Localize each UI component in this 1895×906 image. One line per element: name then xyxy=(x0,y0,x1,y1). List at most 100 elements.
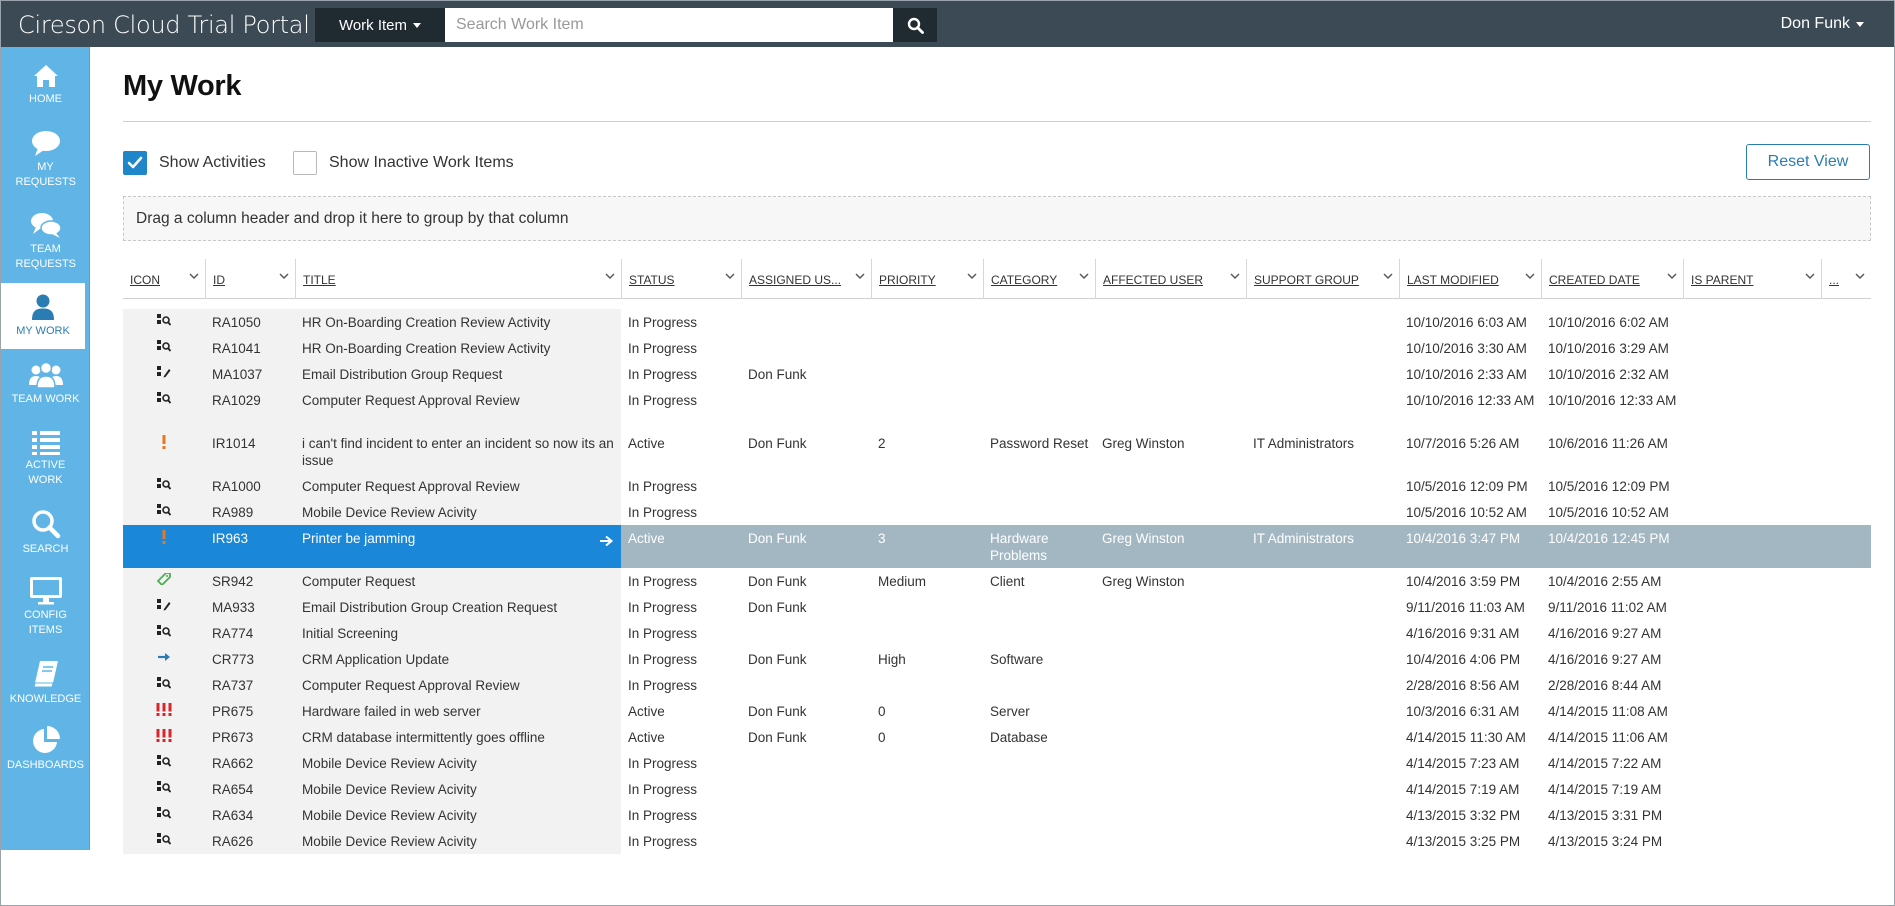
sidebar-item-label: ACTIVE WORK xyxy=(25,459,66,486)
search-input[interactable] xyxy=(445,8,893,42)
column-header-affected-user[interactable]: AFFECTED USER xyxy=(1095,259,1246,299)
cell-created-date: 10/4/2016 2:55 AM xyxy=(1548,574,1662,589)
table-row[interactable]: RA774 Initial Screening In Progress 4/16/20… xyxy=(123,620,1871,646)
cell-status: In Progress xyxy=(628,678,698,693)
sidebar-item-team-requests[interactable]: TEAM REQUESTS xyxy=(1,205,90,281)
show-inactive-checkbox[interactable]: Show Inactive Work Items xyxy=(293,151,514,175)
table-row[interactable]: IR963 Printer be jamming Active Don Funk 3 Ha… xyxy=(123,525,1871,568)
sidebar-item-active-work[interactable]: ACTIVE WORK xyxy=(1,421,90,501)
show-activities-checkbox[interactable]: Show Activities xyxy=(123,151,266,175)
chevron-down-icon[interactable] xyxy=(855,271,865,281)
group-drop-panel[interactable]: Drag a column header and drop it here to… xyxy=(123,196,1871,241)
manual-activity-icon xyxy=(123,361,205,387)
table-row[interactable]: RA989 Mobile Device Review Acivity In Prog… xyxy=(123,499,1871,525)
chevron-down-icon[interactable] xyxy=(1525,271,1535,281)
speech-bubbles-icon xyxy=(30,213,62,238)
table-row[interactable]: MA933 Email Distribution Group Creation R… xyxy=(123,594,1871,620)
cell-title: HR On-Boarding Creation Review Activity xyxy=(302,341,551,356)
cell-last-modified: 10/5/2016 12:09 PM xyxy=(1406,479,1528,494)
chevron-down-icon[interactable] xyxy=(279,271,289,281)
sidebar-item-team-work[interactable]: TEAM WORK xyxy=(1,355,90,417)
review-activity-icon xyxy=(123,499,205,525)
cell-status: In Progress xyxy=(628,367,698,382)
column-header-last-modified[interactable]: LAST MODIFIED xyxy=(1399,259,1541,299)
column-header-assigned-user[interactable]: ASSIGNED US... xyxy=(741,259,871,299)
table-row[interactable]: RA1029 Computer Request Approval Review In… xyxy=(123,387,1871,430)
cell-assigned-user: Don Funk xyxy=(748,704,807,719)
chevron-down-icon[interactable] xyxy=(605,271,615,281)
reset-view-button[interactable]: Reset View xyxy=(1746,144,1870,180)
chevron-down-icon[interactable] xyxy=(1383,271,1393,281)
app-title[interactable]: Cireson Cloud Trial Portal xyxy=(18,11,310,39)
sidebar-item-dashboards[interactable]: DASHBOARDS xyxy=(1,721,90,783)
chevron-down-icon[interactable] xyxy=(1855,271,1865,281)
cell-last-modified: 10/4/2016 3:47 PM xyxy=(1406,531,1521,546)
table-row[interactable]: IR1014 i can't find incident to enter an … xyxy=(123,430,1871,473)
sidebar-item-home[interactable]: HOME xyxy=(1,55,90,113)
cell-id: RA989 xyxy=(212,505,254,520)
sidebar-item-knowledge[interactable]: KNOWLEDGE xyxy=(1,655,90,717)
sidebar-item-label: TEAM REQUESTS xyxy=(15,243,77,270)
column-header-category[interactable]: CATEGORY xyxy=(983,259,1095,299)
table-row[interactable]: PR673 CRM database intermittently goes of… xyxy=(123,724,1871,750)
incident-icon xyxy=(123,525,205,568)
sidebar-item-search[interactable]: SEARCH xyxy=(1,505,90,567)
cell-title: Mobile Device Review Acivity xyxy=(302,834,477,849)
column-header-label: SUPPORT GROUP xyxy=(1254,273,1359,287)
sidebar-item-config-items[interactable]: CONFIG ITEMS xyxy=(1,571,90,651)
column-header-id[interactable]: ID xyxy=(205,259,295,299)
chevron-down-icon[interactable] xyxy=(1805,271,1815,281)
review-activity-icon xyxy=(123,309,205,335)
column-header-is-parent[interactable]: IS PARENT xyxy=(1683,259,1821,299)
chevron-down-icon[interactable] xyxy=(967,271,977,281)
cell-last-modified: 9/11/2016 11:03 AM xyxy=(1406,600,1525,615)
table-row[interactable]: RA626 Mobile Device Review Acivity In Prog… xyxy=(123,828,1871,854)
column-header-support-group[interactable]: SUPPORT GROUP xyxy=(1246,259,1399,299)
divider xyxy=(123,121,1871,122)
sidebar-item-my-work[interactable]: MY WORK xyxy=(1,283,85,349)
column-header-more[interactable]: ... xyxy=(1821,259,1871,299)
column-header-label: CATEGORY xyxy=(991,273,1058,287)
cell-status: In Progress xyxy=(628,626,698,641)
table-row[interactable]: MA1037 Email Distribution Group Request In… xyxy=(123,361,1871,387)
table-row[interactable]: RA737 Computer Request Approval Review In … xyxy=(123,672,1871,698)
work-item-dropdown[interactable]: Work Item xyxy=(315,8,445,42)
arrow-right-icon[interactable] xyxy=(599,535,613,547)
sidebar-item-my-requests[interactable]: MY REQUESTS xyxy=(1,123,90,199)
cell-assigned-user: Don Funk xyxy=(748,574,807,589)
cell-status: In Progress xyxy=(628,808,698,823)
chevron-down-icon[interactable] xyxy=(189,271,199,281)
cell-title: Hardware failed in web server xyxy=(302,704,481,719)
chevron-down-icon[interactable] xyxy=(1667,271,1677,281)
user-menu[interactable]: Don Funk xyxy=(1781,15,1864,33)
checkbox-unchecked[interactable] xyxy=(293,151,317,175)
table-row[interactable]: RA654 Mobile Device Review Acivity In Prog… xyxy=(123,776,1871,802)
manual-activity-icon xyxy=(123,594,205,620)
table-row[interactable]: RA634 Mobile Device Review Acivity In Prog… xyxy=(123,802,1871,828)
column-header-priority[interactable]: PRIORITY xyxy=(871,259,983,299)
cell-title: Computer Request Approval Review xyxy=(302,393,520,408)
search-button[interactable] xyxy=(893,8,937,42)
column-header-label: CREATED DATE xyxy=(1549,273,1640,287)
table-row[interactable]: RA1000 Computer Request Approval Review In… xyxy=(123,473,1871,499)
checkbox-checked[interactable] xyxy=(123,151,147,175)
table-row[interactable]: SR942 Computer Request In Progress Don Funk… xyxy=(123,568,1871,594)
column-header-icon[interactable]: ICON xyxy=(123,259,205,299)
cell-category: Server xyxy=(990,704,1030,719)
cell-last-modified: 10/7/2016 5:26 AM xyxy=(1406,436,1520,451)
cell-id: RA737 xyxy=(212,678,254,693)
cell-created-date: 4/16/2016 9:27 AM xyxy=(1548,626,1662,641)
chevron-down-icon[interactable] xyxy=(1230,271,1240,281)
table-row[interactable]: RA1050 HR On-Boarding Creation Review Act… xyxy=(123,309,1871,335)
column-header-status[interactable]: STATUS xyxy=(621,259,741,299)
chevron-down-icon[interactable] xyxy=(725,271,735,281)
cell-priority: 2 xyxy=(878,436,886,451)
chevron-down-icon[interactable] xyxy=(1079,271,1089,281)
table-row[interactable]: PR675 Hardware failed in web server Active… xyxy=(123,698,1871,724)
column-header-created-date[interactable]: CREATED DATE xyxy=(1541,259,1683,299)
table-row[interactable]: RA662 Mobile Device Review Acivity In Prog… xyxy=(123,750,1871,776)
column-header-title[interactable]: TITLE xyxy=(295,259,621,299)
cell-last-modified: 10/10/2016 6:03 AM xyxy=(1406,315,1527,330)
table-row[interactable]: CR773 CRM Application Update In Progress Do… xyxy=(123,646,1871,672)
table-row[interactable]: RA1041 HR On-Boarding Creation Review Act… xyxy=(123,335,1871,361)
